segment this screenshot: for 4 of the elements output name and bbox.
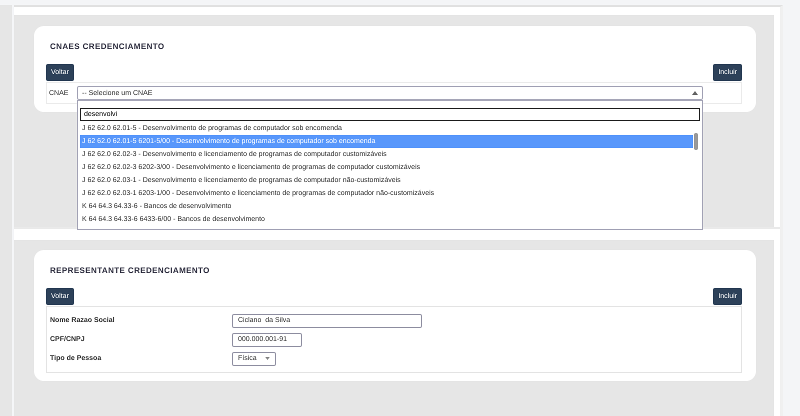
caret-icon	[692, 91, 698, 95]
caret-icon	[265, 357, 270, 360]
section-title: CNAES CREDENCIAMENTO	[49, 42, 166, 53]
section-title: REPRESENTANTE CREDENCIAMENTO	[49, 266, 211, 277]
